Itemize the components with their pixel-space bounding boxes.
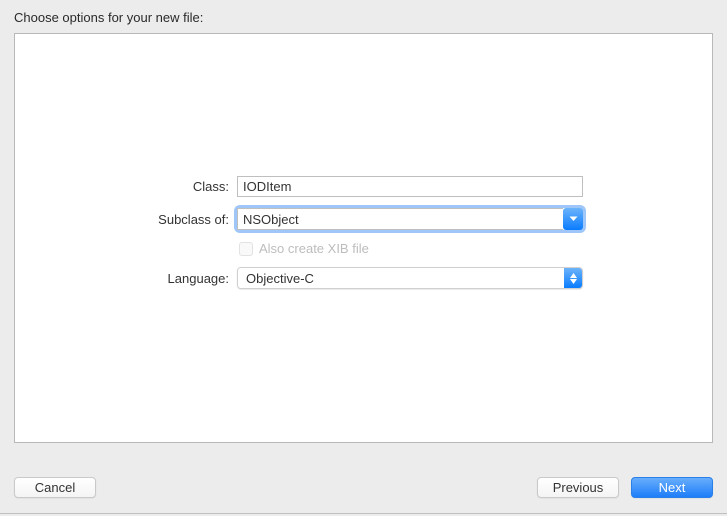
previous-button[interactable]: Previous [537, 477, 619, 498]
class-input[interactable] [237, 176, 583, 197]
language-row: Language: Objective-C [15, 267, 712, 289]
select-stepper-icon [564, 268, 582, 288]
language-select[interactable]: Objective-C [237, 267, 583, 289]
dialog-title: Choose options for your new file: [14, 10, 203, 25]
dialog-footer: Cancel Previous Next [0, 458, 727, 516]
xib-row: Also create XIB file [15, 241, 712, 256]
subclass-combo[interactable] [237, 208, 583, 230]
next-button[interactable]: Next [631, 477, 713, 498]
subclass-dropdown-button[interactable] [563, 208, 583, 230]
xib-label: Also create XIB file [259, 241, 369, 256]
footer-divider [0, 513, 727, 514]
subclass-label: Subclass of: [15, 212, 229, 227]
dialog-header: Choose options for your new file: [0, 0, 727, 33]
subclass-input[interactable] [237, 208, 563, 230]
class-row: Class: [15, 176, 712, 197]
chevron-down-icon [569, 216, 578, 222]
language-value: Objective-C [238, 268, 564, 288]
cancel-button[interactable]: Cancel [14, 477, 96, 498]
class-label: Class: [15, 179, 229, 194]
subclass-row: Subclass of: [15, 208, 712, 230]
xib-checkbox [239, 242, 253, 256]
language-label: Language: [15, 271, 229, 286]
form-area: Class: Subclass of: Also cr [15, 176, 712, 289]
content-panel: Class: Subclass of: Also cr [14, 33, 713, 443]
